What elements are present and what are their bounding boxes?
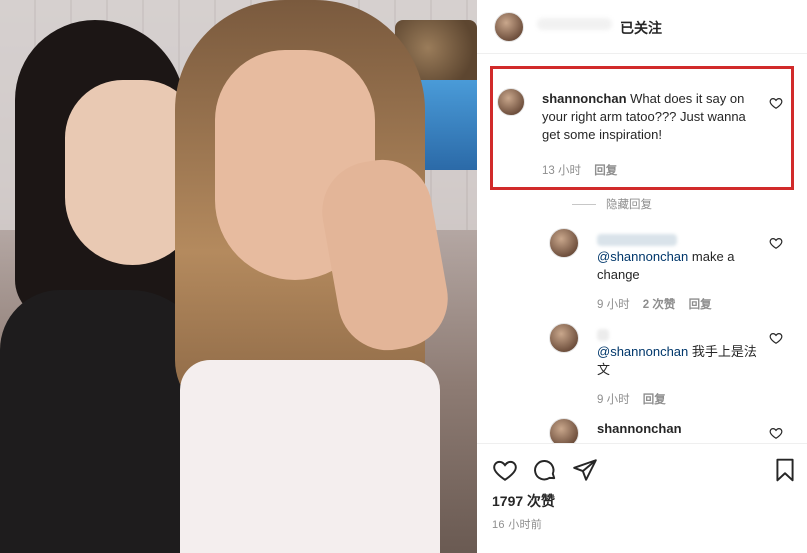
post-time: 16 小时前 bbox=[492, 519, 543, 531]
following-status[interactable]: 已关注 bbox=[620, 18, 662, 38]
reply-username[interactable]: shannonchan bbox=[597, 421, 682, 436]
highlight-box bbox=[490, 66, 794, 190]
reply-like-heart-icon[interactable] bbox=[769, 236, 783, 250]
thread-line bbox=[572, 204, 596, 206]
photo-person-right-dress bbox=[180, 360, 440, 553]
reply-mention[interactable]: @shannonchan bbox=[597, 249, 688, 264]
reply-avatar[interactable] bbox=[549, 323, 579, 353]
reply-mention[interactable]: @shannonchan bbox=[597, 344, 688, 359]
reply-avatar[interactable] bbox=[549, 228, 579, 258]
bookmark-icon[interactable] bbox=[772, 457, 798, 483]
reply-username-blurred bbox=[597, 233, 677, 246]
reply-like-heart-icon[interactable] bbox=[769, 331, 783, 345]
post-footer: 1797 次赞 16 小时前 bbox=[477, 443, 807, 553]
author-name-blurred bbox=[537, 18, 612, 30]
reply-reply-button[interactable]: 回复 bbox=[643, 394, 666, 406]
author-avatar[interactable] bbox=[494, 12, 524, 42]
reply-like-heart-icon[interactable] bbox=[769, 426, 783, 440]
post-photo bbox=[0, 0, 477, 553]
share-icon[interactable] bbox=[572, 457, 598, 483]
reply-likes[interactable]: 2 次赞 bbox=[643, 299, 676, 311]
reply-time: 9 小时 bbox=[597, 394, 630, 406]
post-header: 已关注 bbox=[477, 0, 807, 54]
hidden-replies-label: 隐藏回复 bbox=[606, 199, 652, 211]
reply-reply-button[interactable]: 回复 bbox=[689, 299, 712, 311]
heart-icon[interactable] bbox=[492, 457, 518, 483]
like-count[interactable]: 1797 次赞 bbox=[492, 491, 555, 511]
hidden-replies-toggle[interactable]: 隐藏回复 bbox=[572, 196, 652, 212]
reply-comment: @shannonchan make a change 9 小时 2 次赞 回复 bbox=[597, 230, 762, 312]
reply-username-blurred bbox=[597, 328, 609, 341]
reply-comment: shannonchan bbox=[597, 420, 762, 438]
reply-time: 9 小时 bbox=[597, 299, 630, 311]
reply-comment: @shannonchan 我手上是法文 9 小时 回复 bbox=[597, 325, 762, 407]
comment-icon[interactable] bbox=[532, 457, 558, 483]
